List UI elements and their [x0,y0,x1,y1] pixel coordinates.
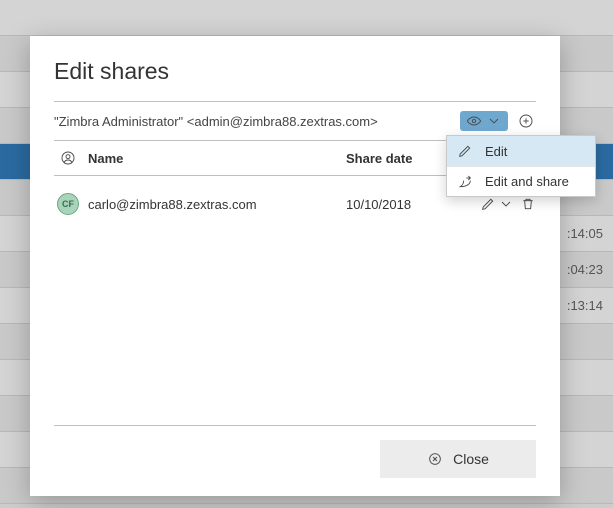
column-name: Name [82,151,346,166]
pencil-icon [457,143,473,159]
row-permission-dropdown[interactable] [480,196,514,212]
row-email: carlo@zimbra88.zextras.com [82,197,346,212]
share-icon [457,174,473,190]
column-share-date: Share date [346,151,456,166]
eye-icon [466,113,482,129]
avatar: CF [57,193,79,215]
delete-button[interactable] [520,196,536,212]
dialog-title: Edit shares [54,58,536,85]
add-share-button[interactable] [516,111,536,131]
close-icon [427,451,443,467]
close-label: Close [453,451,489,467]
permission-dropdown[interactable] [460,111,508,131]
bg-time: ‌:04:23 [567,262,603,277]
bg-time: ‌:14:05 [567,226,603,241]
chevron-down-icon [486,113,502,129]
permission-menu: Edit Edit and share [446,135,596,197]
chevron-down-icon [498,196,514,212]
edit-shares-dialog: Edit shares "Zimbra Administrator" <admi… [30,36,560,496]
bg-row [0,0,613,36]
menu-item-edit[interactable]: Edit [447,136,595,166]
share-target-label: "Zimbra Administrator" <admin@zimbra88.z… [54,114,460,129]
menu-item-edit-share[interactable]: Edit and share [447,166,595,196]
pencil-icon [480,196,496,212]
menu-label: Edit and share [485,174,569,189]
row-date: 10/10/2018 [346,197,456,212]
bg-time: ‌:13:14 [567,298,603,313]
menu-label: Edit [485,144,507,159]
person-icon [54,150,82,166]
close-button[interactable]: Close [380,440,536,478]
